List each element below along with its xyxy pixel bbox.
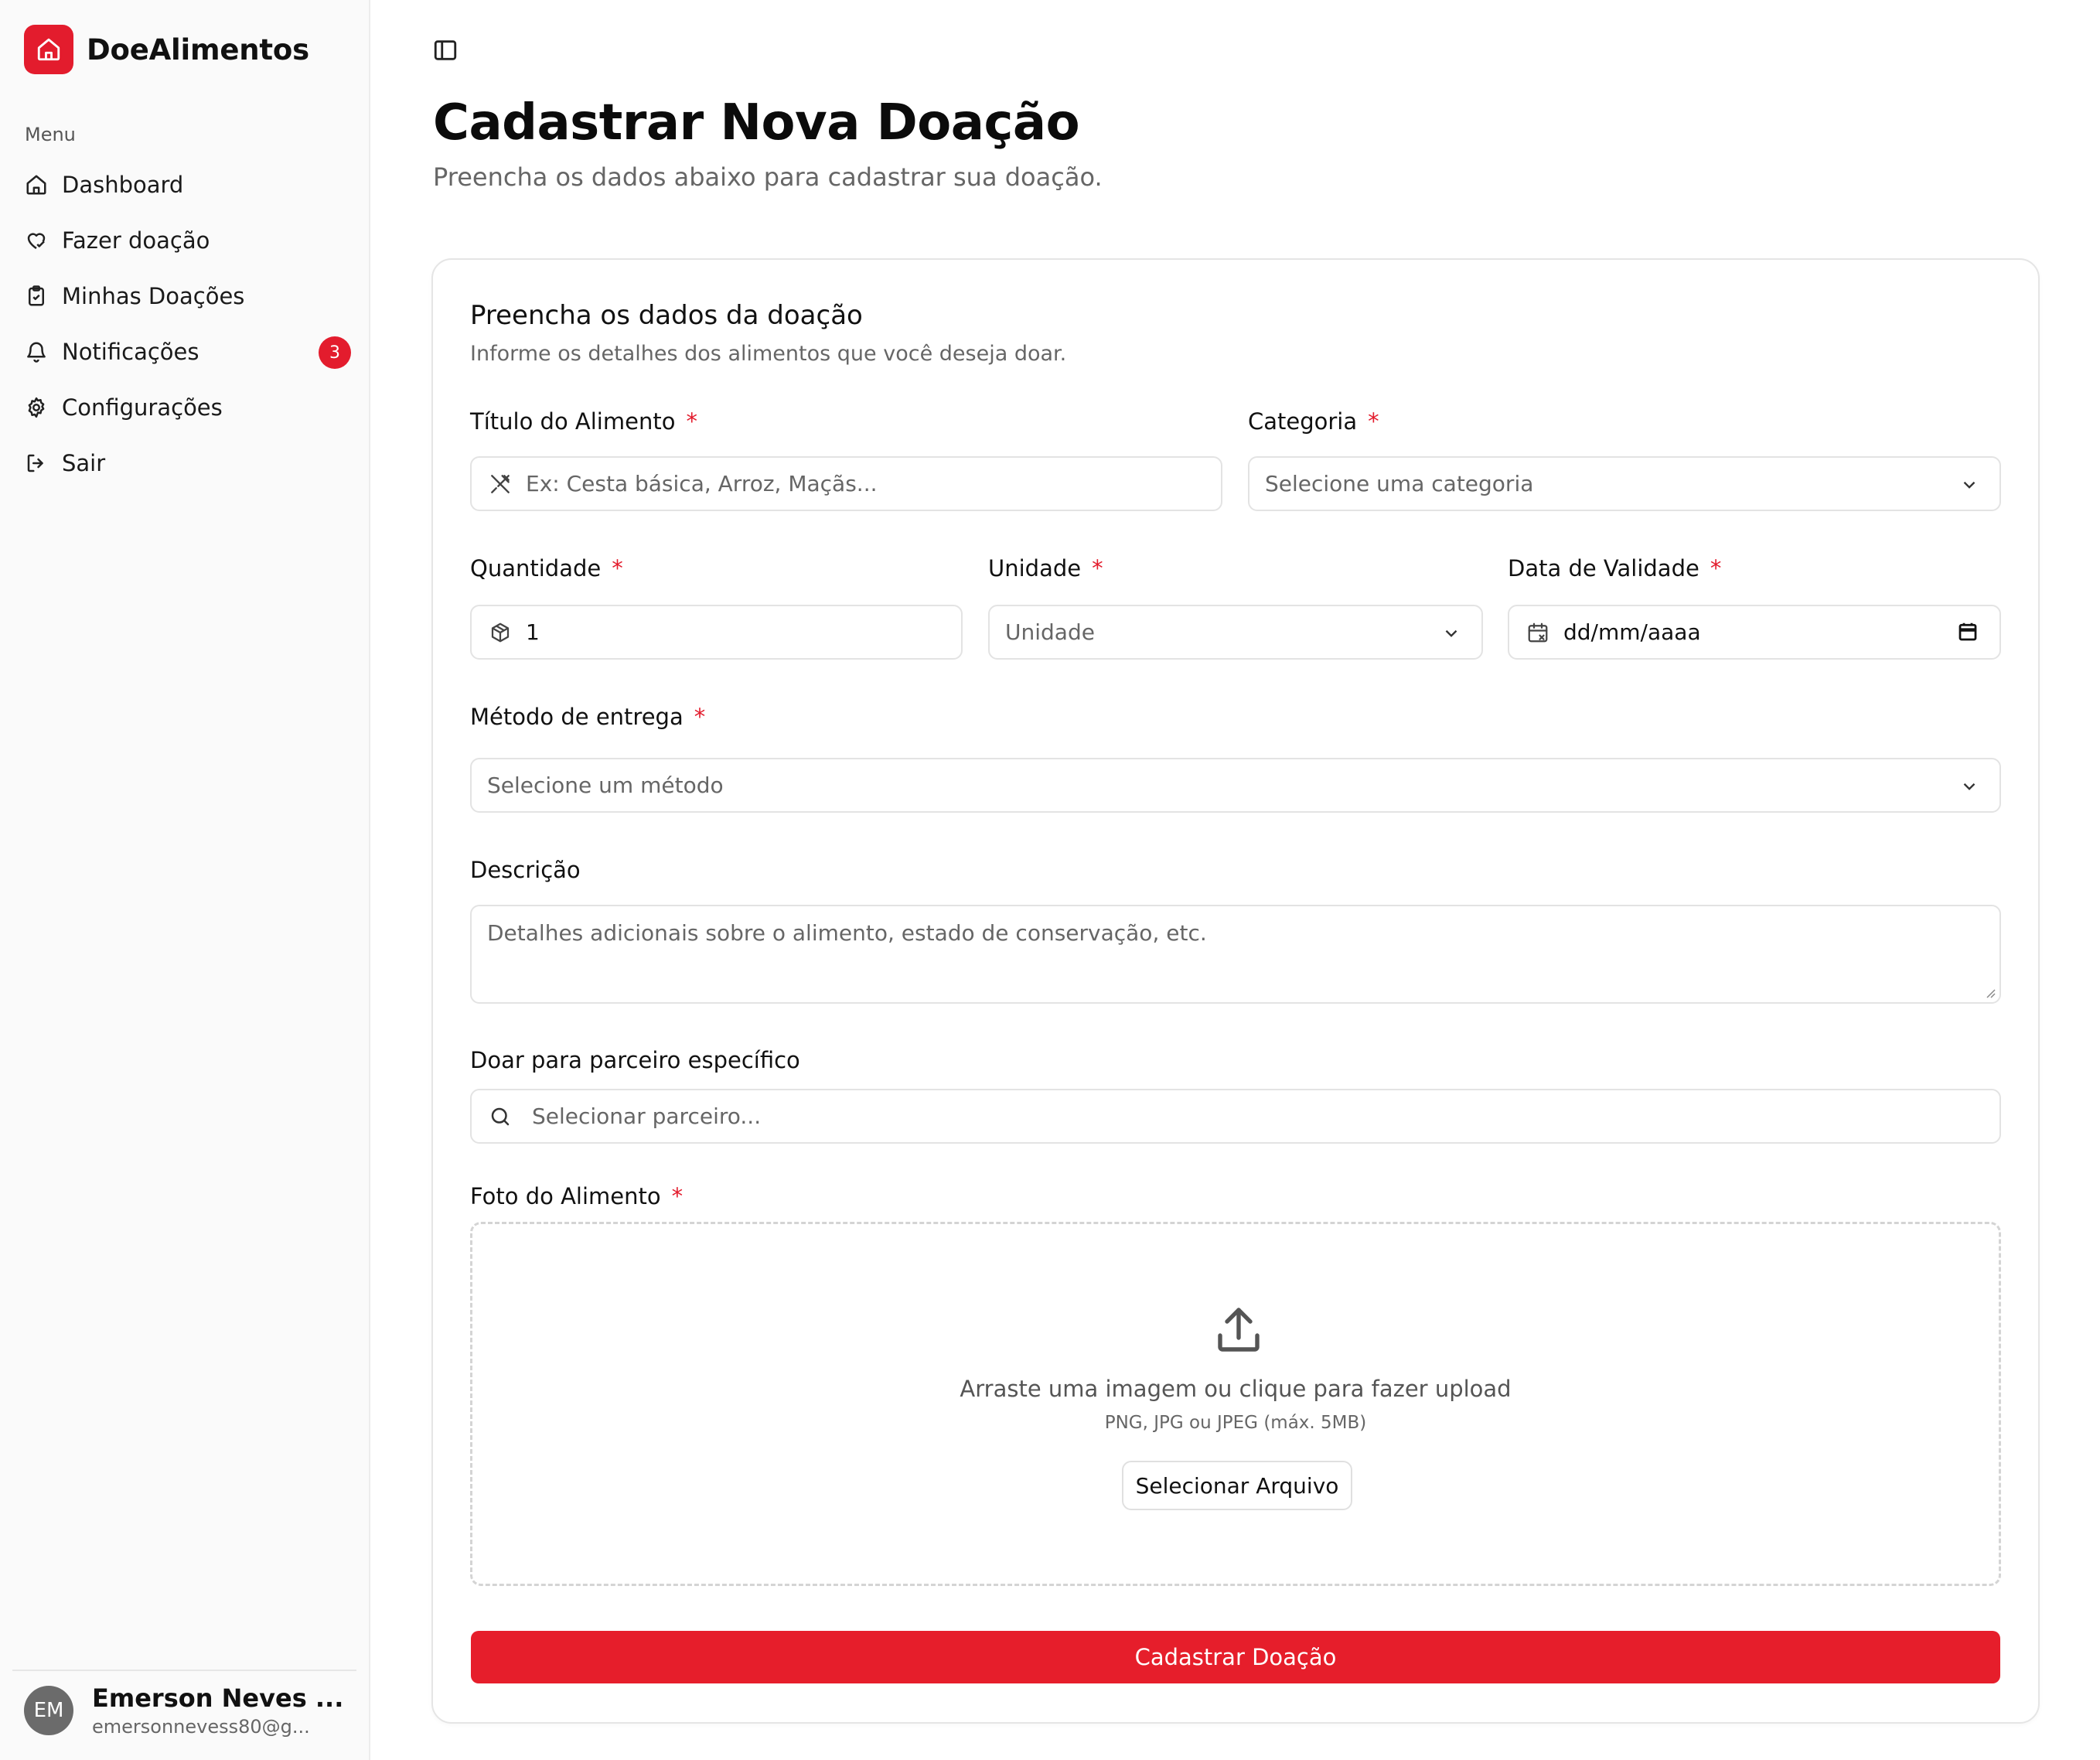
- calendar-x-icon: [1525, 619, 1551, 646]
- chevron-down-icon: [1441, 623, 1461, 643]
- form-title: Preencha os dados da doação: [470, 300, 863, 331]
- sidebar-toggle-icon[interactable]: [432, 37, 459, 63]
- page-title: Cadastrar Nova Doação: [433, 94, 1080, 152]
- sidebar-item-configuracoes[interactable]: Configurações: [23, 380, 348, 435]
- form-subtitle: Informe os detalhes dos alimentos que vo…: [470, 342, 1067, 366]
- unidade-label: Unidade *: [988, 555, 1103, 582]
- categoria-label: Categoria *: [1248, 408, 1379, 435]
- foto-label: Foto do Alimento *: [470, 1183, 684, 1209]
- titulo-input[interactable]: Ex: Cesta básica, Arroz, Maçãs...: [470, 456, 1222, 511]
- sidebar-item-dashboard[interactable]: Dashboard: [23, 157, 348, 213]
- validade-label: Data de Validade *: [1508, 555, 1722, 582]
- sidebar-item-label: Minhas Doações: [62, 283, 245, 309]
- logout-icon: [23, 450, 49, 476]
- titulo-label: Título do Alimento *: [470, 408, 697, 435]
- sidebar-item-label: Sair: [62, 450, 106, 476]
- upload-icon: [1211, 1303, 1266, 1359]
- clipboard-icon: [23, 283, 49, 309]
- divider: [12, 1670, 356, 1671]
- sidebar-item-label: Notificações: [62, 339, 199, 365]
- package-icon: [487, 619, 513, 646]
- calendar-picker-icon[interactable]: [1956, 620, 1981, 645]
- home-logo-icon: [24, 25, 73, 74]
- utensils-crossed-icon: [487, 471, 513, 497]
- sidebar-item-label: Fazer doação: [62, 227, 210, 254]
- sidebar-item-label: Configurações: [62, 394, 223, 421]
- app-name: DoeAlimentos: [87, 32, 309, 67]
- submit-donation-button[interactable]: Cadastrar Doação: [471, 1631, 2000, 1683]
- sidebar-item-minhas-doacoes[interactable]: Minhas Doações: [23, 268, 348, 324]
- user-email: emersonnevess80@g...: [92, 1716, 310, 1738]
- brand[interactable]: DoeAlimentos: [24, 25, 309, 74]
- chevron-down-icon: [1959, 776, 1979, 796]
- sidebar-item-notificacoes[interactable]: Notificações 3: [23, 324, 351, 380]
- categoria-select[interactable]: Selecione uma categoria: [1248, 456, 2001, 511]
- photo-dropzone[interactable]: Arraste uma imagem ou clique para fazer …: [470, 1222, 2001, 1586]
- chevron-down-icon: [1959, 475, 1979, 495]
- notification-badge: 3: [319, 336, 351, 369]
- search-icon: [487, 1103, 513, 1130]
- sidebar-item-sair[interactable]: Sair: [23, 435, 348, 491]
- sidebar-nav: Dashboard Fazer doação Minhas Doações No…: [23, 157, 351, 491]
- select-file-button[interactable]: Selecionar Arquivo: [1122, 1461, 1352, 1510]
- sidebar-item-label: Dashboard: [62, 172, 184, 198]
- gear-icon: [23, 394, 49, 421]
- dropzone-hint: PNG, JPG ou JPEG (máx. 5MB): [1104, 1413, 1367, 1433]
- dropzone-text: Arraste uma imagem ou clique para fazer …: [960, 1376, 1512, 1402]
- validade-date-input[interactable]: dd/mm/aaaa: [1508, 605, 2001, 660]
- metodo-label: Método de entrega *: [470, 704, 706, 730]
- quantidade-input[interactable]: 1: [470, 605, 963, 660]
- unidade-select[interactable]: Unidade: [988, 605, 1483, 660]
- avatar: EM: [24, 1686, 73, 1735]
- home-icon: [23, 172, 49, 198]
- user-name: Emerson Neves ...: [92, 1683, 344, 1713]
- sidebar: DoeAlimentos Menu Dashboard Fazer doação…: [0, 0, 370, 1760]
- page-subtitle: Preencha os dados abaixo para cadastrar …: [433, 162, 1103, 192]
- resize-handle-icon[interactable]: [1984, 987, 1996, 999]
- sidebar-item-fazer-doacao[interactable]: Fazer doação: [23, 213, 348, 268]
- quantidade-label: Quantidade *: [470, 555, 623, 582]
- menu-label: Menu: [25, 124, 76, 145]
- parceiro-search-input[interactable]: Selecionar parceiro...: [470, 1089, 2001, 1144]
- bell-icon: [23, 339, 49, 365]
- parceiro-label: Doar para parceiro específico: [470, 1047, 800, 1073]
- descricao-textarea[interactable]: Detalhes adicionais sobre o alimento, es…: [470, 905, 2001, 1004]
- metodo-select[interactable]: Selecione um método: [470, 758, 2001, 813]
- user-profile[interactable]: EM Emerson Neves ... emersonnevess80@g..…: [24, 1683, 343, 1738]
- descricao-label: Descrição: [470, 857, 581, 883]
- heart-hand-icon: [23, 227, 49, 254]
